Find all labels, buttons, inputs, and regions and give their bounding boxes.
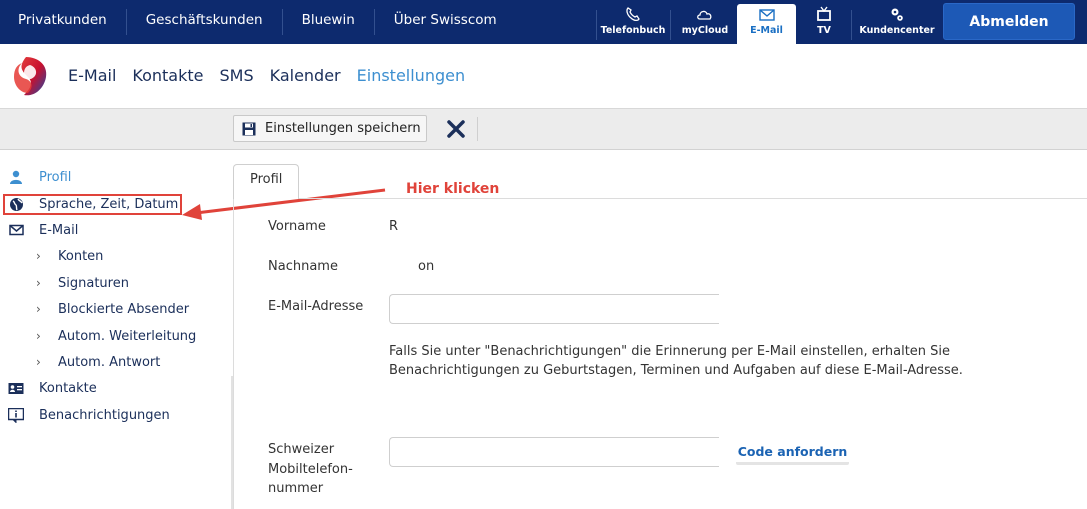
topnav-ueber-swisscom[interactable]: Über Swisscom xyxy=(375,0,516,44)
service-email[interactable]: E-Mail xyxy=(737,4,796,44)
annotation-label: Hier klicken xyxy=(406,181,500,197)
sidebar-subitem-label: Blockierte Absender xyxy=(58,301,190,317)
sidebar-item-label: Kontakte xyxy=(39,380,97,396)
appnav-kontakte[interactable]: Kontakte xyxy=(132,66,203,85)
firstname-value: R xyxy=(389,219,399,234)
annotation-highlight-box xyxy=(3,194,182,215)
tab-panel-border xyxy=(233,198,1087,199)
top-nav: Privatkunden Geschäftskunden Bluewin Übe… xyxy=(0,0,516,44)
sidebar-item-profil[interactable]: Profil xyxy=(0,166,71,188)
service-kundencenter[interactable]: Kundencenter xyxy=(855,4,939,44)
service-divider xyxy=(851,10,852,40)
sidebar-subitem-konten[interactable]: › Konten xyxy=(36,245,103,267)
email-hint-text: Falls Sie unter "Benachrichtigungen" die… xyxy=(389,344,963,378)
lastname-value: on xyxy=(418,259,435,274)
contact-card-icon xyxy=(7,380,25,396)
top-bar: Privatkunden Geschäftskunden Bluewin Übe… xyxy=(0,0,1087,44)
email-address-field[interactable] xyxy=(389,294,719,324)
sidebar-subitem-blockierte-absender[interactable]: › Blockierte Absender xyxy=(36,298,189,320)
app-nav: E-Mail Kontakte SMS Kalender Einstellung… xyxy=(68,66,465,85)
save-settings-button[interactable]: Einstellungen speichern xyxy=(233,115,427,142)
lastname-label: Nachname xyxy=(268,259,338,274)
service-divider xyxy=(596,10,597,40)
mail-icon xyxy=(758,9,775,21)
chevron-right-icon: › xyxy=(36,276,41,290)
mobile-number-label: Schweizer Mobiltelefon-nummer xyxy=(268,442,353,496)
envelope-icon xyxy=(7,222,25,238)
sidebar-subitem-label: Autom. Antwort xyxy=(58,354,161,370)
app-header: E-Mail Kontakte SMS Kalender Einstellung… xyxy=(0,44,1087,108)
sidebar-subitem-signaturen[interactable]: › Signaturen xyxy=(36,272,129,294)
request-code-button[interactable]: Code anfordern xyxy=(736,443,849,465)
chevron-right-icon: › xyxy=(36,329,41,343)
service-divider xyxy=(670,10,671,40)
toolbar: Einstellungen speichern xyxy=(0,108,1087,150)
user-icon xyxy=(7,169,25,185)
tv-icon xyxy=(817,6,831,21)
sidebar-item-label: Benachrichtigungen xyxy=(39,407,170,423)
appnav-email[interactable]: E-Mail xyxy=(68,66,116,85)
topnav-privatkunden[interactable]: Privatkunden xyxy=(0,0,126,44)
email-address-label: E-Mail-Adresse xyxy=(268,299,364,314)
floppy-disk-icon xyxy=(242,122,256,135)
phone-icon xyxy=(626,7,640,22)
chevron-right-icon: › xyxy=(36,355,41,369)
mobile-number-field[interactable] xyxy=(389,437,719,467)
chevron-right-icon: › xyxy=(36,249,41,263)
sidebar-subitem-autom-antwort[interactable]: › Autom. Antwort xyxy=(36,351,160,373)
chevron-right-icon: › xyxy=(36,302,41,316)
toolbar-divider xyxy=(477,117,478,141)
notification-icon xyxy=(7,407,25,423)
appnav-sms[interactable]: SMS xyxy=(219,66,253,85)
sidebar-subitem-label: Autom. Weiterleitung xyxy=(58,328,197,344)
firstname-label: Vorname xyxy=(268,219,326,234)
sidebar-item-label: E-Mail xyxy=(39,222,79,238)
close-icon[interactable] xyxy=(446,119,466,139)
tab-panel-border-left xyxy=(233,198,234,509)
sidebar-item-benachrichtigungen[interactable]: Benachrichtigungen xyxy=(0,404,170,426)
service-mycloud[interactable]: myCloud xyxy=(674,4,736,44)
sidebar-item-email[interactable]: E-Mail xyxy=(0,219,78,241)
service-tv[interactable]: TV xyxy=(801,4,847,44)
cloud-icon xyxy=(697,10,712,20)
service-telefonbuch[interactable]: Telefonbuch xyxy=(600,4,666,44)
appnav-kalender[interactable]: Kalender xyxy=(270,66,341,85)
sidebar-subitem-label: Konten xyxy=(58,248,104,264)
swisscom-logo[interactable] xyxy=(12,55,50,99)
topnav-bluewin[interactable]: Bluewin xyxy=(283,0,374,44)
sidebar-subitem-autom-weiterleitung[interactable]: › Autom. Weiterleitung xyxy=(36,325,196,347)
appnav-einstellungen[interactable]: Einstellungen xyxy=(357,66,465,85)
save-settings-label: Einstellungen speichern xyxy=(265,121,421,136)
logout-button[interactable]: Abmelden xyxy=(943,3,1075,40)
sidebar-item-label: Profil xyxy=(39,169,72,185)
tab-profil[interactable]: Profil xyxy=(233,164,299,199)
sidebar-subitem-label: Signaturen xyxy=(58,275,129,291)
gears-icon xyxy=(891,8,903,21)
topnav-geschaeftskunden[interactable]: Geschäftskunden xyxy=(127,0,282,44)
sidebar-item-kontakte[interactable]: Kontakte xyxy=(0,377,97,399)
